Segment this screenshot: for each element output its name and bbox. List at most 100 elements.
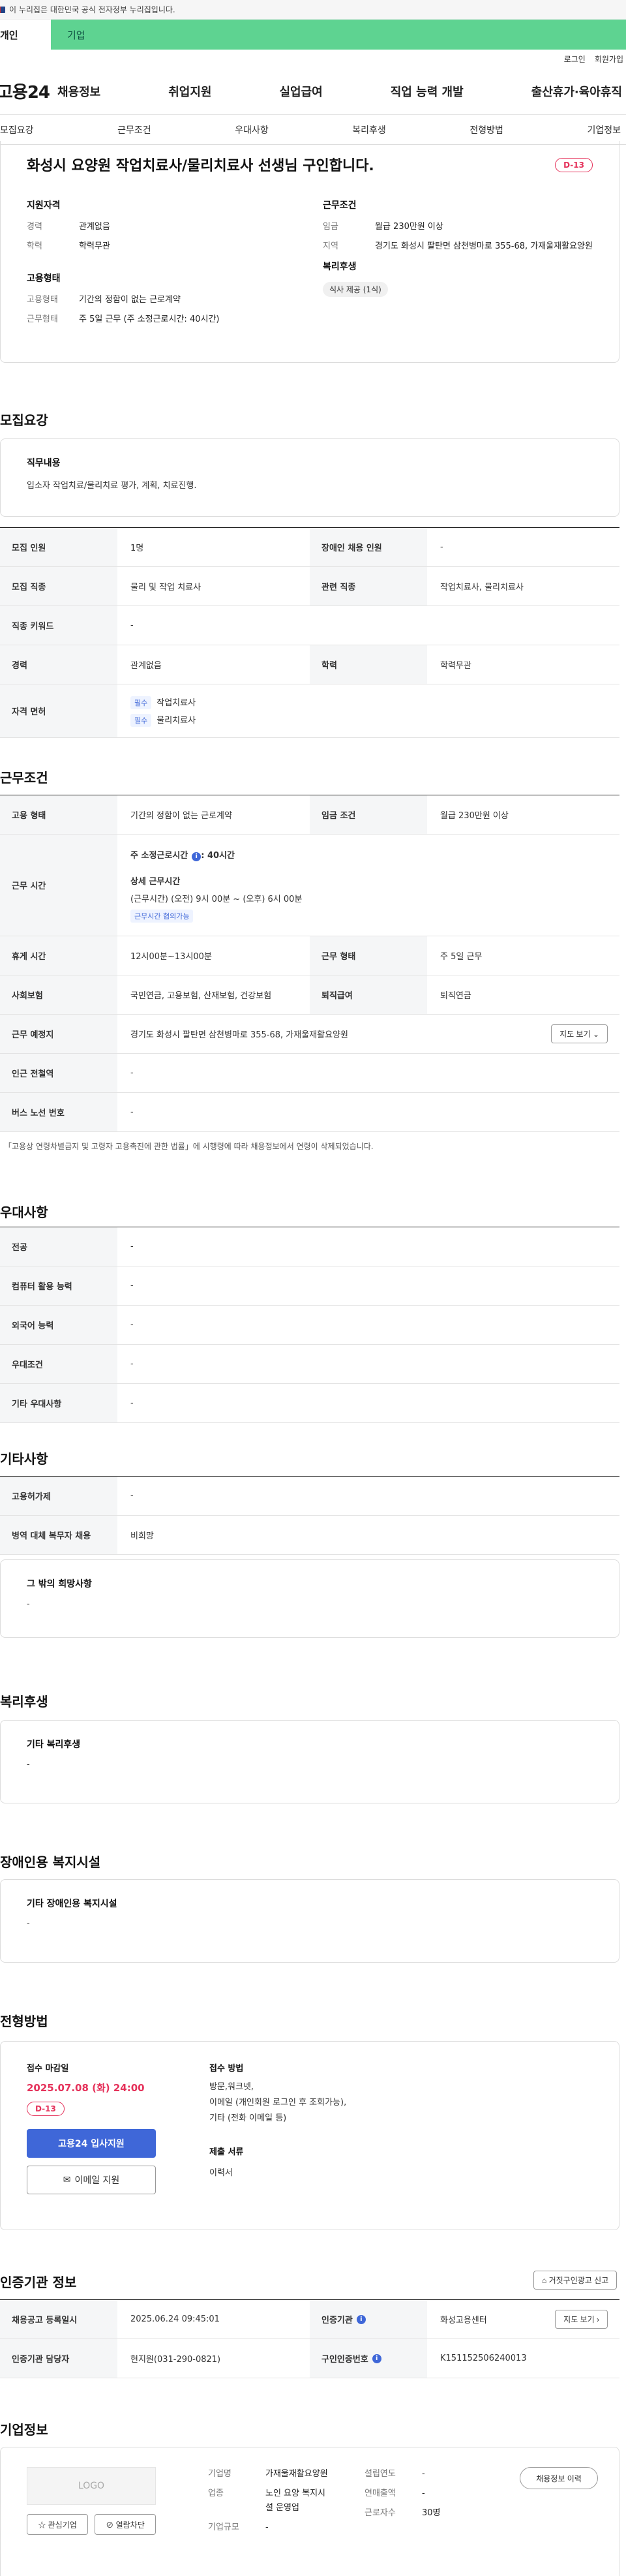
gnb-item-leave[interactable]: 출산휴가·육아휴직 — [531, 83, 622, 100]
sales-value: - — [422, 2489, 425, 2498]
table-row: 기타 우대사항 - — [0, 1384, 619, 1423]
row-key: 외국어 능력 — [0, 1306, 117, 1344]
agency-map-button[interactable]: 지도 보기 › — [555, 2310, 608, 2329]
row-value: - — [130, 621, 134, 630]
duty-title: 직무내용 — [27, 458, 61, 468]
apply-button[interactable]: 고용24 입사지원 — [27, 2129, 156, 2158]
row-key: 근무 시간 — [0, 835, 117, 936]
gnb-item-support[interactable]: 취업지원 — [168, 83, 211, 100]
chevron-right-icon: › — [597, 2315, 599, 2324]
tab-personal[interactable]: 개인 — [0, 20, 51, 50]
etc-other-title: 그 밖의 희망사항 — [27, 1579, 92, 1589]
work-time-detail: 주 소정근로시간 i: 40시간 상세 근무시간 (근무시간) (오전) 9시 0… — [117, 835, 619, 936]
employees-value: 30명 — [422, 2508, 441, 2518]
facility-title: 장애인용 복지시설 — [0, 1854, 101, 1870]
row-value: 화성고용센터 지도 보기 › — [427, 2300, 619, 2338]
info-icon[interactable]: i — [372, 2354, 381, 2363]
required-badge: 필수 — [130, 696, 152, 709]
table-row: 우대조건 - — [0, 1345, 619, 1384]
welfare-chip: 식사 제공 (1식) — [323, 282, 388, 297]
table-row: 모집 인원 1명 장애인 채용 인원 - — [0, 528, 619, 567]
false-ad-report-label: 거짓구인광고 신고 — [548, 2276, 609, 2285]
row-value: 국민연금, 고용보험, 산재보험, 건강보험 — [130, 991, 272, 1001]
row-value: 월급 230만원 이상 — [440, 811, 509, 821]
docs-label: 제출 서류 — [209, 2147, 244, 2157]
company-info-right: 설립연도 - 연매출액 - 근로자수 30명 — [365, 2467, 441, 2521]
site-logo[interactable]: 고용24 — [0, 79, 57, 103]
cond-region-key: 지역 — [323, 241, 338, 251]
tab-company[interactable]: 기업 — [51, 20, 626, 50]
anchor-pref[interactable]: 우대사항 — [235, 123, 269, 136]
signup-link[interactable]: 회원가입 — [595, 54, 623, 65]
etc-other-card: 그 밖의 희망사항 - — [0, 1559, 619, 1638]
emp-type-key: 고용형태 — [27, 295, 58, 305]
consult-badge: 근무시간 협의가능 — [130, 909, 194, 923]
cert-key-label: 인증기관 — [321, 2316, 353, 2325]
email-apply-label: 이메일 지원 — [74, 2175, 120, 2186]
sales-key: 연매출액 — [365, 2489, 396, 2498]
anchor-recruit[interactable]: 모집요강 — [0, 123, 34, 136]
row-value: - — [440, 542, 443, 552]
favorite-company-button[interactable]: ☆ 관심기업 — [27, 2514, 88, 2535]
week-hours-label: 주 소정근로시간 — [130, 850, 188, 861]
row-key: 컴퓨터 활용 능력 — [0, 1266, 117, 1305]
table-row: 고용허가제 - — [0, 1477, 619, 1516]
row-value: - — [130, 1242, 134, 1251]
anchor-company[interactable]: 기업정보 — [587, 123, 621, 136]
agency-table: 채용공고 등록일시 2025.06.24 09:45:01 인증기관 i 화성고용… — [0, 2299, 619, 2378]
row-key: 기타 우대사항 — [0, 1384, 117, 1422]
row-key: 모집 인원 — [0, 528, 117, 566]
row-value: 2025.06.24 09:45:01 — [130, 2314, 220, 2324]
info-icon[interactable]: i — [192, 851, 201, 861]
info-icon[interactable]: i — [356, 2314, 366, 2324]
employees-key: 근로자수 — [365, 2508, 396, 2518]
welfare-title: 복리후생 — [323, 262, 357, 272]
table-row: 병역 대체 복무자 채용 비희망 — [0, 1516, 619, 1555]
row-key: 사회보험 — [0, 975, 117, 1014]
job-history-button[interactable]: 채용정보 이력 — [520, 2467, 598, 2489]
row-value: 경기도 화성시 팔탄면 삼천병마로 355-68, 가재울재활요양원 지도 보기… — [117, 1015, 619, 1053]
duty-text: 입소자 작업치료/물리치료 평가, 계획, 치료진행. — [27, 481, 197, 491]
table-row: 인근 전철역 - — [0, 1054, 619, 1093]
map-view-button[interactable]: 지도 보기 ⌄ — [551, 1024, 608, 1043]
row-value: 물리 및 작업 치료사 — [130, 583, 201, 592]
summary-card: 화성시 요양원 작업치료사/물리치료사 선생님 구인합니다. D-13 지원자격… — [0, 141, 619, 363]
recruit-table: 모집 인원 1명 장애인 채용 인원 - 모집 직종 물리 및 작업 치료사 관… — [0, 527, 619, 738]
license-list: 필수 작업치료사 필수 물리치료사 — [117, 684, 619, 737]
cond-block: 근무조건 임금 월급 230만원 이상 지역 경기도 화성시 팔탄면 삼천병마로 3… — [323, 198, 593, 260]
gnb-item-training[interactable]: 직업 능력 개발 — [391, 83, 464, 100]
email-apply-button[interactable]: ✉ 이메일 지원 — [27, 2166, 156, 2194]
founded-key: 설립연도 — [365, 2469, 396, 2479]
license-item: 작업치료사 — [156, 698, 196, 708]
pref-table: 전공 - 컴퓨터 활용 능력 - 외국어 능력 - 우대조건 - 기타 우대사항 - — [0, 1227, 619, 1423]
method-line: 이메일 (개인회원 로그인 후 조회가능), — [209, 2098, 347, 2108]
row-key: 병역 대체 복무자 채용 — [0, 1516, 117, 1554]
cond-region-value: 경기도 화성시 팔탄면 삼천병마로 355-68, 가재울재활요양원 — [375, 241, 593, 251]
table-row: 외국어 능력 - — [0, 1306, 619, 1345]
row-key: 전공 — [0, 1227, 117, 1266]
anchor-welfare[interactable]: 복리후생 — [352, 123, 386, 136]
block-view-button[interactable]: ⊘ 열람차단 — [95, 2514, 156, 2535]
etc-title: 기타사항 — [0, 1451, 48, 1467]
facility-sub-title: 기타 장애인용 복지시설 — [27, 1899, 117, 1909]
false-ad-report-button[interactable]: ⌂ 거짓구인광고 신고 — [533, 2271, 618, 2290]
work-table: 고용 형태 기간의 정함이 없는 근로계약 임금 조건 월급 230만원 이상 … — [0, 795, 619, 1132]
envelope-icon: ✉ — [63, 2175, 71, 2185]
anchor-work[interactable]: 근무조건 — [117, 123, 151, 136]
anchor-selection[interactable]: 전형방법 — [470, 123, 503, 136]
row-key: 인증기관 담당자 — [0, 2339, 117, 2378]
utility-menu: 로그인 회원가입 — [0, 50, 626, 68]
login-link[interactable]: 로그인 — [564, 54, 586, 65]
welfare-card: 기타 복리후생 - — [0, 1720, 619, 1803]
cert-no-label: 구인인증번호 — [321, 2355, 368, 2365]
deadline-dday-badge: D-13 — [27, 2102, 65, 2116]
row-key: 휴게 시간 — [0, 936, 117, 975]
row-value: 퇴직연금 — [440, 991, 471, 1001]
gnb-item-benefit[interactable]: 실업급여 — [280, 83, 323, 100]
etc-table: 고용허가제 - 병역 대체 복무자 채용 비희망 — [0, 1476, 619, 1555]
map-view-label: 지도 보기 — [559, 1030, 591, 1039]
industry-key: 업종 — [208, 2489, 224, 2498]
qual-block: 지원자격 경력 관계없음 학력 학력무관 — [27, 198, 297, 260]
gnb-menu: 채용정보 취업지원 실업급여 직업 능력 개발 출산휴가·육아휴직 — [57, 83, 626, 100]
gnb-item-jobs[interactable]: 채용정보 — [57, 83, 100, 100]
